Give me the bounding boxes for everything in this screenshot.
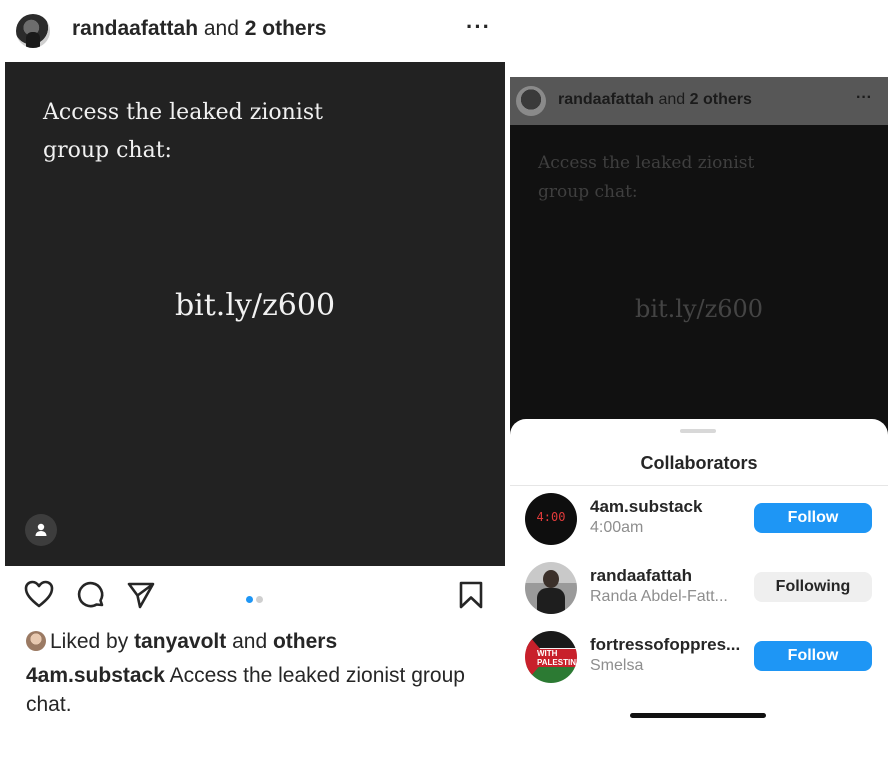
sheet-drag-handle[interactable] xyxy=(680,429,716,433)
likes-others[interactable]: others xyxy=(273,630,337,653)
collaborator-username[interactable]: randaafattah xyxy=(590,566,692,586)
divider xyxy=(510,485,888,486)
collaborator-fullname: Smelsa xyxy=(590,657,644,674)
paper-plane-icon[interactable] xyxy=(126,580,156,615)
header-others: 2 others xyxy=(689,91,752,108)
comment-icon[interactable] xyxy=(76,580,106,615)
likes-user[interactable]: tanyavolt xyxy=(134,630,226,653)
follow-button[interactable]: Follow xyxy=(754,503,872,533)
post-text-line1: Access the leaked zionist xyxy=(43,100,323,125)
pager-dot-active xyxy=(246,596,253,603)
more-options-icon: ··· xyxy=(856,89,872,106)
heart-icon[interactable] xyxy=(24,580,54,613)
user-tag-icon[interactable] xyxy=(25,514,57,546)
following-button[interactable]: Following xyxy=(754,572,872,602)
post-header: randaafattah and 2 others ··· xyxy=(0,0,505,62)
flag-avatar-text: WITH PALESTINE xyxy=(535,649,577,667)
post-caption: 4am.substack Access the leaked zionist g… xyxy=(26,661,476,719)
more-options-icon[interactable]: ··· xyxy=(466,14,491,40)
header-others[interactable]: 2 others xyxy=(245,17,327,40)
left-post-view: randaafattah and 2 others ··· Access the… xyxy=(0,0,505,762)
author-username[interactable]: randaafattah xyxy=(72,17,198,40)
dimmed-post-header: randaafattah and 2 others ··· xyxy=(510,77,888,125)
post-text-line2: group chat: xyxy=(538,182,638,202)
collaborators-sheet: Collaborators 4:00 4am.substack 4:00am F… xyxy=(510,419,888,762)
collaborator-row[interactable]: randaafattah Randa Abdel-Fatt... Followi… xyxy=(510,556,888,620)
collaborator-avatar[interactable]: WITH PALESTINE xyxy=(525,631,577,683)
header-connector: and xyxy=(654,91,690,108)
author-avatar xyxy=(516,86,546,116)
post-header-title[interactable]: randaafattah and 2 others xyxy=(72,17,326,41)
likes-prefix: Liked by xyxy=(50,630,135,653)
post-header-title: randaafattah and 2 others xyxy=(558,91,752,109)
post-link-text: bit.ly/z600 xyxy=(634,295,764,323)
collaborator-avatar[interactable] xyxy=(525,562,577,614)
header-connector: and xyxy=(198,17,245,40)
follow-button[interactable]: Follow xyxy=(754,641,872,671)
collaborator-fullname: 4:00am xyxy=(590,519,644,536)
collaborator-row[interactable]: 4:00 4am.substack 4:00am Follow xyxy=(510,487,888,551)
collaborator-username[interactable]: fortressofoppres... xyxy=(590,635,740,655)
collaborator-row[interactable]: WITH PALESTINE fortressofoppres... Smels… xyxy=(510,625,888,689)
clock-avatar-text: 4:00 xyxy=(536,510,566,524)
right-collaborators-view: randaafattah and 2 others ··· Access the… xyxy=(510,77,888,762)
post-text-line1: Access the leaked zionist xyxy=(538,153,755,173)
collaborator-fullname: Randa Abdel-Fatt... xyxy=(590,588,728,605)
author-avatar[interactable] xyxy=(16,14,50,48)
collaborator-avatar[interactable]: 4:00 xyxy=(525,493,577,545)
sheet-title: Collaborators xyxy=(640,453,758,473)
liker-avatar xyxy=(26,631,46,651)
post-link-text: bit.ly/z600 xyxy=(174,288,336,323)
bookmark-icon[interactable] xyxy=(458,580,484,615)
carousel-indicator xyxy=(246,590,266,608)
collaborator-username[interactable]: 4am.substack xyxy=(590,497,702,517)
post-actions-bar xyxy=(0,566,505,624)
pager-dot xyxy=(256,596,263,603)
dimmed-post-image: Access the leaked zionist group chat: bi… xyxy=(510,125,888,425)
likes-middle: and xyxy=(226,630,273,653)
post-image[interactable]: Access the leaked zionist group chat: bi… xyxy=(5,62,505,566)
caption-username[interactable]: 4am.substack xyxy=(26,664,165,687)
author-username: randaafattah xyxy=(558,91,655,108)
home-indicator[interactable] xyxy=(630,713,766,718)
likes-summary[interactable]: Liked by tanyavolt and others xyxy=(26,630,337,654)
post-text-line2: group chat: xyxy=(43,138,172,163)
